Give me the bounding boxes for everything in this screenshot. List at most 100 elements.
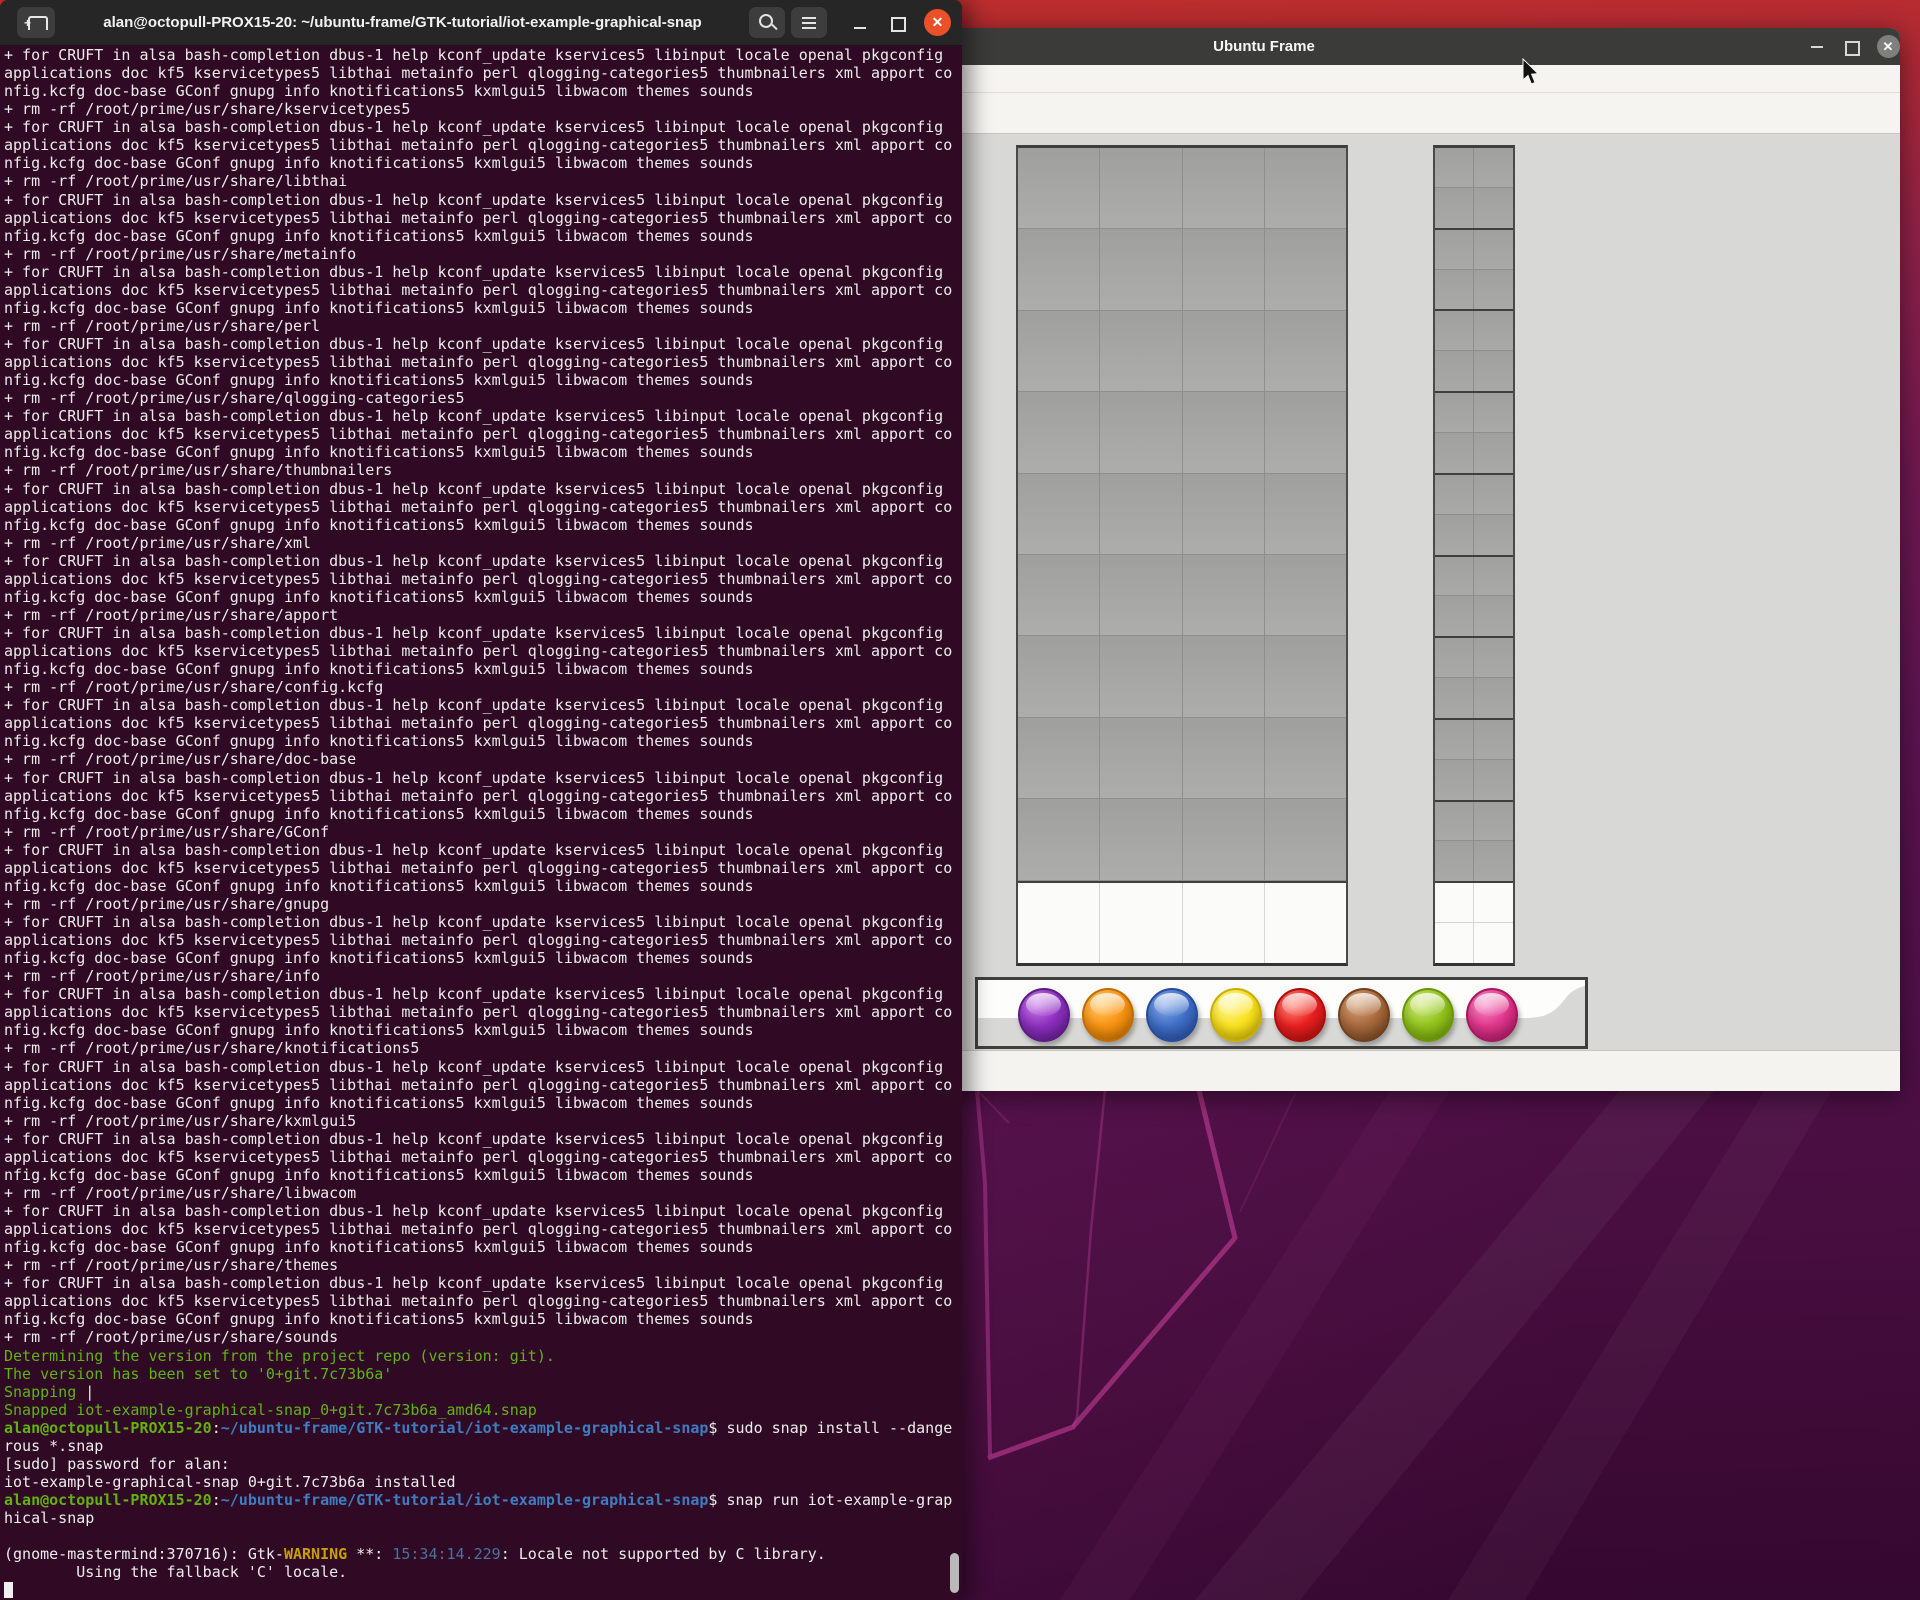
- terminal-line: + rm -rf /root/prime/usr/share/apport: [4, 606, 962, 624]
- feedback-cell: [1435, 188, 1474, 228]
- terminal-line: + rm -rf /root/prime/usr/share/config.kc…: [4, 678, 962, 696]
- guess-cell: [1018, 718, 1100, 798]
- guess-cell: [1018, 636, 1100, 716]
- frame-close-button[interactable]: ✕: [1871, 28, 1905, 65]
- feedback-cell: [1474, 270, 1513, 310]
- menu-button[interactable]: [791, 7, 827, 38]
- terminal-line: + for CRUFT in alsa bash-completion dbus…: [4, 1274, 962, 1292]
- terminal-maximize-button[interactable]: [880, 7, 914, 38]
- terminal-line: + rm -rf /root/prime/usr/share/GConf: [4, 823, 962, 841]
- feedback-cell: [1474, 760, 1513, 800]
- feedback-cell: [1435, 230, 1474, 270]
- guess-cell: [1100, 474, 1182, 554]
- feedback-cell: [1435, 148, 1474, 188]
- terminal-line: nfig.kcfg doc-base GConf gnupg info knot…: [4, 516, 962, 534]
- terminal-line: nfig.kcfg doc-base GConf gnupg info knot…: [4, 1021, 962, 1039]
- terminal-line: Determining the version from the project…: [4, 1347, 962, 1365]
- guess-cell: [1183, 392, 1265, 472]
- guess-cell[interactable]: [1018, 883, 1100, 963]
- new-tab-button[interactable]: +: [17, 7, 55, 38]
- close-icon: ✕: [1877, 35, 1900, 58]
- feedback-cell: [1474, 883, 1513, 923]
- feedback-cell: [1474, 841, 1513, 881]
- guess-cell: [1265, 148, 1346, 228]
- terminal-line: Using the fallback 'C' locale.: [4, 1563, 962, 1581]
- guess-cell[interactable]: [1183, 883, 1265, 963]
- feedback-cell: [1435, 270, 1474, 310]
- guess-row: [1018, 392, 1346, 473]
- terminal-close-button[interactable]: ✕: [924, 9, 951, 36]
- terminal-line: nfig.kcfg doc-base GConf gnupg info knot…: [4, 805, 962, 823]
- terminal-line: applications doc kf5 kservicetypes5 libt…: [4, 1292, 962, 1310]
- terminal-minimize-button[interactable]: [843, 7, 877, 38]
- terminal-line: + for CRUFT in alsa bash-completion dbus…: [4, 1202, 962, 1220]
- terminal-line: [4, 1581, 962, 1599]
- guess-cell: [1183, 148, 1265, 228]
- feedback-cell: [1435, 841, 1474, 881]
- guess-cell: [1100, 636, 1182, 716]
- guess-cell: [1265, 636, 1346, 716]
- palette-ball-blue[interactable]: [1146, 988, 1198, 1042]
- palette-ball-magenta[interactable]: [1466, 988, 1518, 1042]
- guess-cell: [1265, 718, 1346, 798]
- palette-ball-brown[interactable]: [1338, 988, 1390, 1042]
- terminal-line: applications doc kf5 kservicetypes5 libt…: [4, 1220, 962, 1238]
- terminal-titlebar[interactable]: + alan@octopull-PROX15-20: ~/ubuntu-fram…: [0, 0, 962, 46]
- feedback-grid: [1433, 145, 1515, 966]
- guess-cell[interactable]: [1265, 883, 1346, 963]
- feedback-cell: [1435, 802, 1474, 842]
- search-button[interactable]: [749, 7, 785, 38]
- feedback-cell: [1474, 678, 1513, 718]
- guess-cell: [1265, 392, 1346, 472]
- feedback-cell: [1435, 883, 1474, 923]
- palette-ball-red[interactable]: [1274, 988, 1326, 1042]
- guess-cell: [1183, 474, 1265, 554]
- feedback-group: [1435, 883, 1513, 963]
- feedback-group: [1435, 557, 1513, 639]
- hamburger-menu-icon: [802, 17, 816, 19]
- frame-minimize-button[interactable]: [1800, 28, 1834, 65]
- guess-cell: [1018, 311, 1100, 391]
- terminal-window: + alan@octopull-PROX15-20: ~/ubuntu-fram…: [0, 0, 962, 1600]
- feedback-cell: [1435, 638, 1474, 678]
- terminal-line: nfig.kcfg doc-base GConf gnupg info knot…: [4, 1166, 962, 1184]
- feedback-cell: [1474, 188, 1513, 228]
- terminal-line: + rm -rf /root/prime/usr/share/sounds: [4, 1328, 962, 1346]
- feedback-cell: [1474, 720, 1513, 760]
- terminal-line: applications doc kf5 kservicetypes5 libt…: [4, 1148, 962, 1166]
- terminal-line: + rm -rf /root/prime/usr/share/xml: [4, 534, 962, 552]
- feedback-cell: [1474, 557, 1513, 597]
- guess-row: [1018, 881, 1346, 963]
- terminal-line: + for CRUFT in alsa bash-completion dbus…: [4, 46, 962, 64]
- feedback-group: [1435, 311, 1513, 393]
- terminal-line: [sudo] password for alan:: [4, 1455, 962, 1473]
- feedback-group: [1435, 393, 1513, 475]
- terminal-line: + rm -rf /root/prime/usr/share/themes: [4, 1256, 962, 1274]
- terminal-line: applications doc kf5 kservicetypes5 libt…: [4, 136, 962, 154]
- guess-cell[interactable]: [1100, 883, 1182, 963]
- terminal-line: nfig.kcfg doc-base GConf gnupg info knot…: [4, 660, 962, 678]
- palette-ball-orange[interactable]: [1082, 988, 1134, 1042]
- feedback-group: [1435, 720, 1513, 802]
- feedback-cell: [1435, 393, 1474, 433]
- palette-ball-purple[interactable]: [1018, 988, 1070, 1042]
- terminal-line: alan@octopull-PROX15-20:~/ubuntu-frame/G…: [4, 1419, 962, 1437]
- terminal-line: nfig.kcfg doc-base GConf gnupg info knot…: [4, 371, 962, 389]
- terminal-line: applications doc kf5 kservicetypes5 libt…: [4, 498, 962, 516]
- feedback-cell: [1435, 557, 1474, 597]
- guess-cell: [1100, 555, 1182, 635]
- feedback-cell: [1474, 515, 1513, 555]
- guess-row: [1018, 799, 1346, 880]
- palette-ball-green[interactable]: [1402, 988, 1454, 1042]
- frame-maximize-button[interactable]: [1834, 28, 1868, 65]
- palette-ball-yellow[interactable]: [1210, 988, 1262, 1042]
- mouse-pointer-icon: [1522, 58, 1540, 86]
- feedback-group: [1435, 230, 1513, 312]
- terminal-line: Snapped iot-example-graphical-snap_0+git…: [4, 1401, 962, 1419]
- terminal-line: + for CRUFT in alsa bash-completion dbus…: [4, 769, 962, 787]
- terminal-screen[interactable]: + for CRUFT in alsa bash-completion dbus…: [0, 46, 962, 1600]
- terminal-line: (gnome-mastermind:370716): Gtk-WARNING *…: [4, 1545, 962, 1563]
- terminal-line: applications doc kf5 kservicetypes5 libt…: [4, 1003, 962, 1021]
- terminal-scrollbar-thumb[interactable]: [950, 1553, 959, 1593]
- terminal-line: applications doc kf5 kservicetypes5 libt…: [4, 353, 962, 371]
